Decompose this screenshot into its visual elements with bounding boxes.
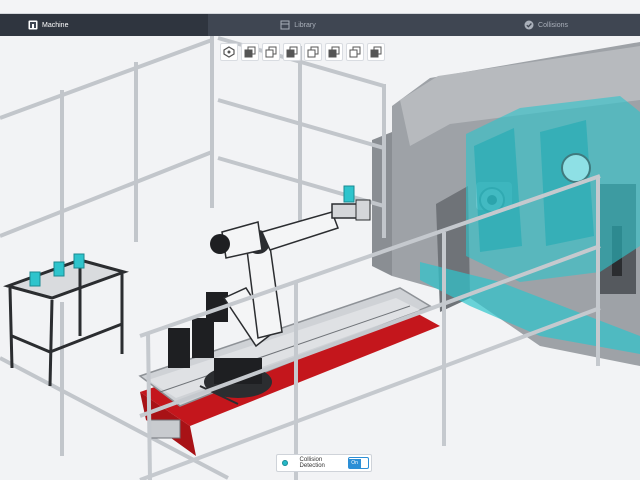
cube-back-view-icon <box>265 46 277 58</box>
library-icon <box>280 20 290 30</box>
view-button-cube-right-view[interactable] <box>304 43 322 61</box>
cube-right-view-icon <box>307 46 319 58</box>
tab-library[interactable]: Library <box>208 14 388 36</box>
toggle-on-label: On <box>348 458 361 468</box>
view-button-view-settings[interactable] <box>220 43 238 61</box>
collision-detection-toggle[interactable]: On <box>347 457 369 469</box>
tab-collisions-label: Collisions <box>538 21 568 29</box>
browser-top-strip <box>0 0 640 14</box>
3d-viewport[interactable]: Collision Detection On <box>0 36 640 480</box>
view-toolbar <box>220 43 385 61</box>
tab-machine-label: Machine <box>42 21 69 29</box>
tab-library-label: Library <box>294 21 316 29</box>
robot-cell-scene <box>0 36 640 480</box>
cube-iso-view-icon <box>370 46 382 58</box>
main-navbar: Machine Library Collisions <box>0 14 640 36</box>
view-button-cube-front-view[interactable] <box>241 43 259 61</box>
view-button-cube-left-view[interactable] <box>283 43 301 61</box>
tab-machine[interactable]: Machine <box>0 14 208 36</box>
view-button-cube-top-view[interactable] <box>325 43 343 61</box>
cube-bottom-view-icon <box>349 46 361 58</box>
tab-collisions[interactable]: Collisions <box>388 14 640 36</box>
cube-left-view-icon <box>286 46 298 58</box>
collision-status-icon <box>282 460 288 466</box>
machine-icon <box>28 20 38 30</box>
collision-detection-label: Collision Detection <box>299 457 325 469</box>
view-settings-icon <box>223 46 235 58</box>
collision-detection-bar: Collision Detection On <box>276 454 372 472</box>
view-button-cube-back-view[interactable] <box>262 43 280 61</box>
check-circle-icon <box>524 20 534 30</box>
view-button-cube-iso-view[interactable] <box>367 43 385 61</box>
cube-top-view-icon <box>328 46 340 58</box>
cube-front-view-icon <box>244 46 256 58</box>
view-button-cube-bottom-view[interactable] <box>346 43 364 61</box>
